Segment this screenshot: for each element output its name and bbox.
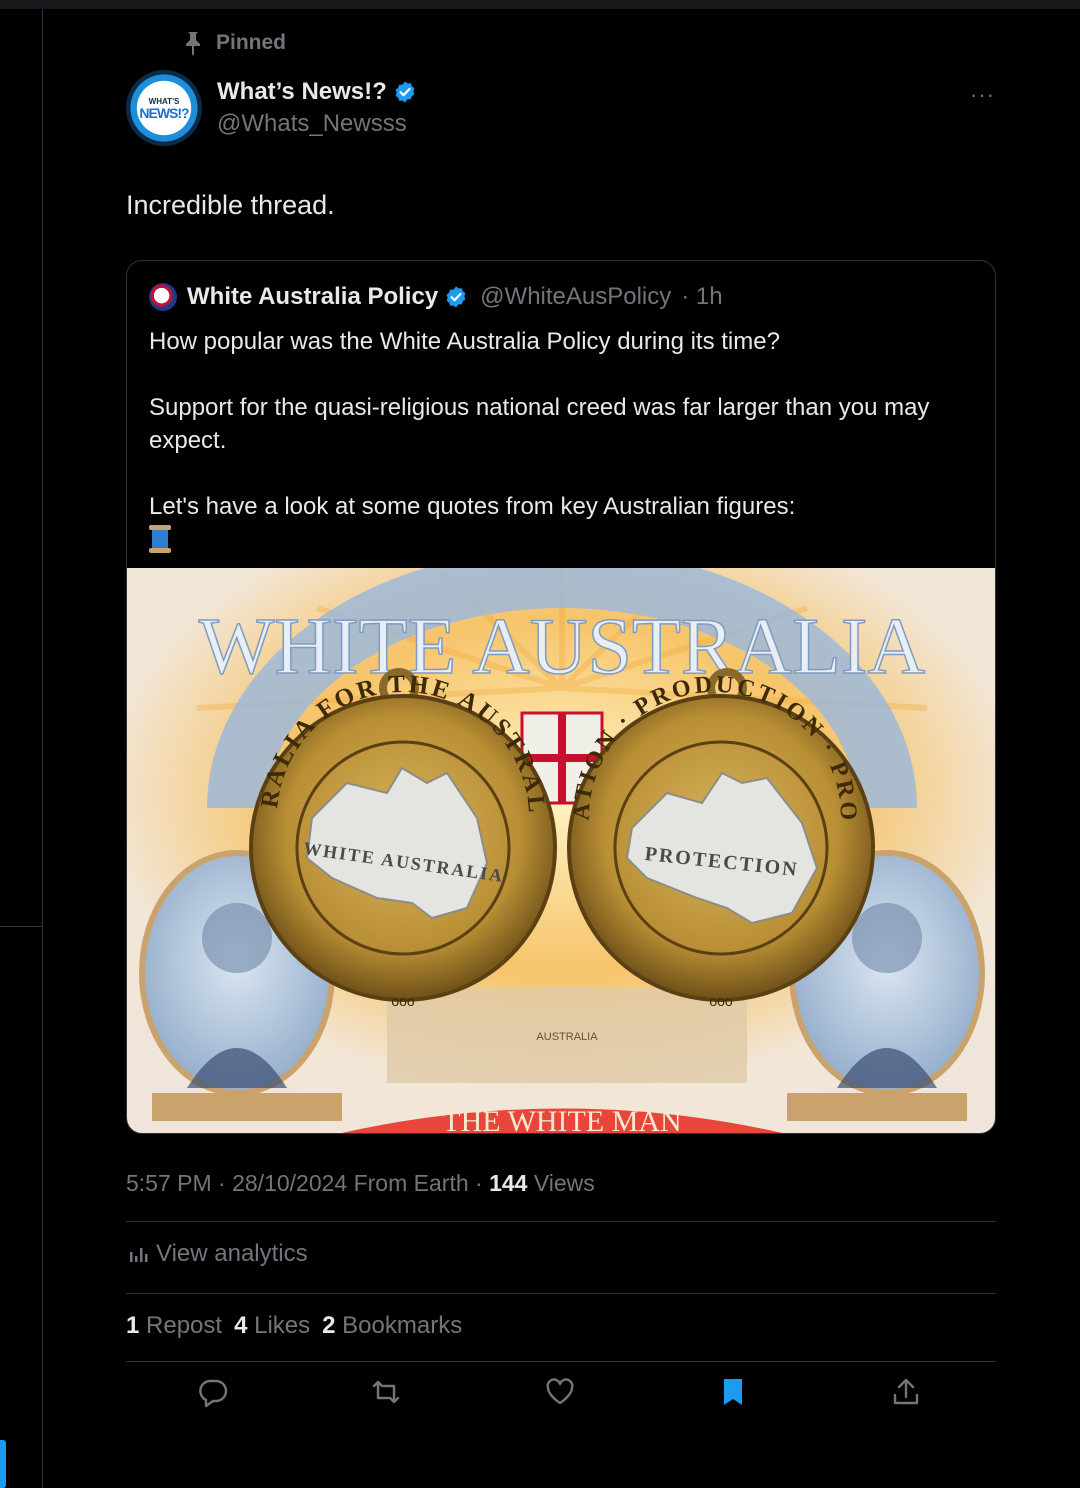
thread-spool-icon xyxy=(149,525,171,553)
author-avatar[interactable]: WHAT'S NEWS!? xyxy=(126,70,202,146)
view-analytics-label: View analytics xyxy=(156,1240,308,1267)
tweet-time[interactable]: 5:57 PM xyxy=(126,1170,212,1196)
divider-middle xyxy=(126,1293,996,1294)
repost-icon[interactable] xyxy=(370,1376,402,1408)
svg-text:ooo: ooo xyxy=(391,993,415,1009)
quoted-line-2: Support for the quasi-religious national… xyxy=(149,394,930,454)
svg-text:ooo: ooo xyxy=(709,993,733,1009)
bookmark-icon[interactable] xyxy=(717,1376,749,1408)
author-name-text: What’s News!? xyxy=(217,78,387,105)
author-handle[interactable]: @Whats_Newsss xyxy=(217,110,407,138)
quoted-line-3: Let's have a look at some quotes from ke… xyxy=(149,493,796,520)
likes-stat[interactable]: 4 Likes xyxy=(234,1312,310,1340)
left-accent-bar xyxy=(0,1440,6,1488)
poster-map-label: AUSTRALIA xyxy=(536,1031,598,1043)
tweet-text: Incredible thread. xyxy=(126,190,335,220)
bookmarks-stat[interactable]: 2 Bookmarks xyxy=(322,1312,462,1340)
view-analytics-link[interactable]: View analytics xyxy=(128,1240,308,1268)
quoted-author-name[interactable]: White Australia Policy xyxy=(187,283,438,311)
quoted-media-image[interactable]: WHITE AUSTRALIA AUSTRALIA THE WHITE MAN … xyxy=(127,568,996,1134)
share-icon[interactable] xyxy=(890,1376,922,1408)
divider-top xyxy=(126,1221,996,1222)
like-heart-icon[interactable] xyxy=(544,1376,576,1408)
reply-icon[interactable] xyxy=(197,1376,229,1408)
more-options-button[interactable]: ··· xyxy=(970,82,995,108)
tweet-timestamp: 5:57 PM · 28/10/2024 From Earth · 144 Vi… xyxy=(126,1170,595,1197)
tweet-actions-bar xyxy=(126,1376,996,1420)
tweet-date-source: · 28/10/2024 From Earth · xyxy=(218,1170,483,1196)
analytics-bars-icon xyxy=(130,1248,148,1262)
views-count: 144 xyxy=(489,1170,528,1196)
quoted-tweet-header: White Australia Policy @WhiteAusPolicy ·… xyxy=(149,283,723,311)
poster-title: WHITE AUSTRALIA xyxy=(199,603,926,691)
author-name[interactable]: What’s News!? xyxy=(217,78,417,106)
divider-bottom xyxy=(126,1361,996,1362)
quoted-tweet-time: · 1h xyxy=(681,283,723,310)
quoted-author-handle[interactable]: @WhiteAusPolicy xyxy=(480,283,671,311)
poster-subtitle: THE WHITE MAN xyxy=(442,1105,681,1134)
verified-badge-icon xyxy=(395,81,415,103)
quoted-tweet[interactable]: White Australia Policy @WhiteAusPolicy ·… xyxy=(126,260,996,1134)
engagement-stats: 1 Repost 4 Likes 2 Bookmarks xyxy=(126,1312,462,1340)
avatar-logo-main: NEWS!? xyxy=(139,104,189,121)
quoted-verified-badge-icon xyxy=(446,286,466,308)
top-bar xyxy=(0,0,1080,9)
pin-icon xyxy=(186,32,200,56)
pinned-label: Pinned xyxy=(216,31,287,54)
pinned-indicator: Pinned xyxy=(182,30,286,56)
quoted-tweet-body: How popular was the White Australia Poli… xyxy=(149,325,979,562)
left-rail-tick xyxy=(0,926,42,927)
quoted-line-1: How popular was the White Australia Poli… xyxy=(149,328,780,355)
reposts-stat[interactable]: 1 Repost xyxy=(126,1312,222,1340)
views-label: Views xyxy=(533,1170,595,1196)
quoted-author-avatar[interactable] xyxy=(149,283,177,311)
left-rail-divider xyxy=(42,9,43,1488)
